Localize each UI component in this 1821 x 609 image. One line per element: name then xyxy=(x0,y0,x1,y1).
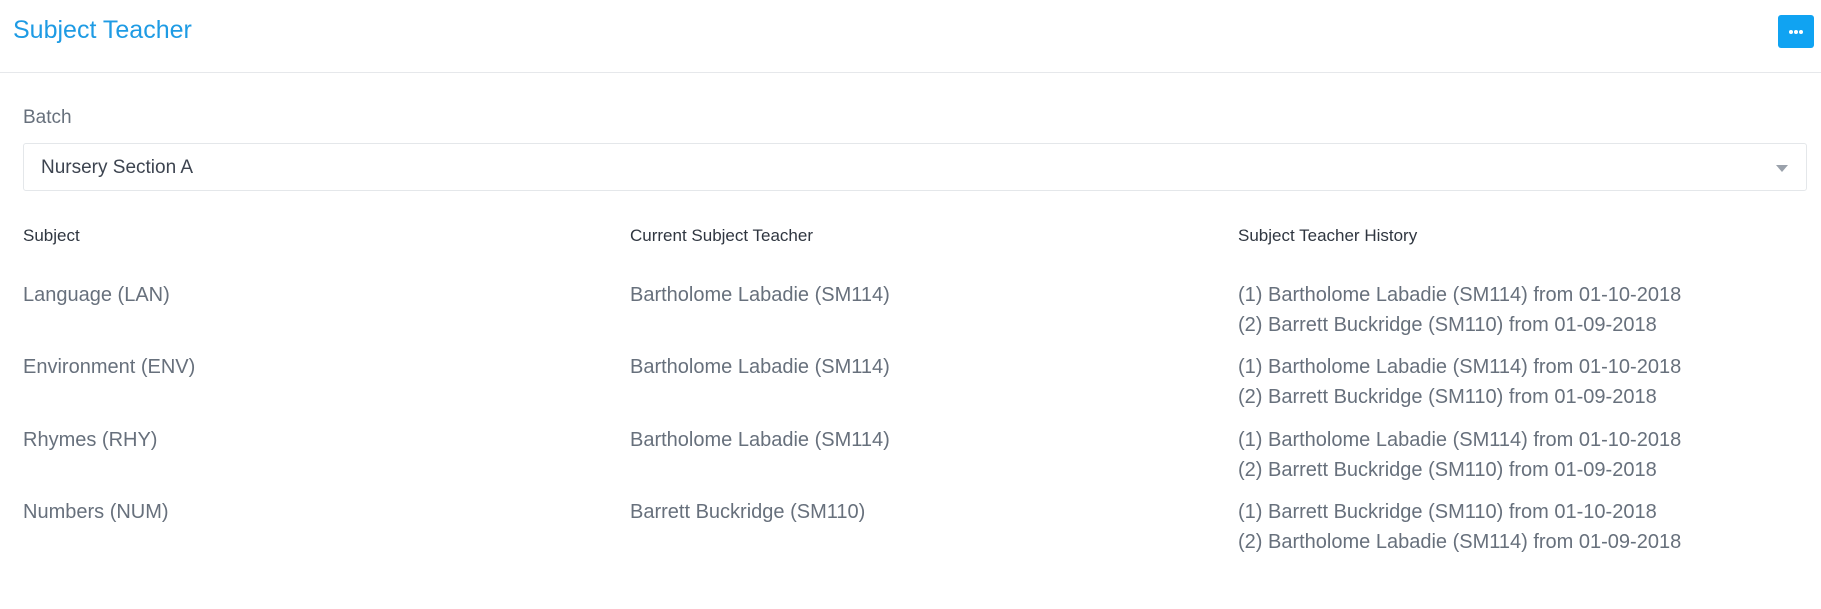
table-row: Rhymes (RHY) Bartholome Labadie (SM114) … xyxy=(0,425,1821,485)
batch-label: Batch xyxy=(23,107,72,128)
history-line: (2) Bartholome Labadie (SM114) from 01-0… xyxy=(1238,531,1682,553)
history-line: (1) Bartholome Labadie (SM114) from 01-1… xyxy=(1238,356,1682,378)
subject-cell: Language (LAN) xyxy=(23,284,170,306)
card-header: Subject Teacher xyxy=(0,0,1821,73)
teacher-history-cell: (1) Barrett Buckridge (SM110) from 01-10… xyxy=(1238,497,1681,557)
teacher-history-cell: (1) Bartholome Labadie (SM114) from 01-1… xyxy=(1238,425,1681,485)
column-header-teacher-history: Subject Teacher History xyxy=(1238,226,1418,245)
history-line: (1) Bartholome Labadie (SM114) from 01-1… xyxy=(1238,429,1682,451)
current-teacher-cell: Bartholome Labadie (SM114) xyxy=(630,356,890,378)
column-header-subject: Subject xyxy=(23,226,80,245)
table-row: Environment (ENV) Bartholome Labadie (SM… xyxy=(0,352,1821,412)
teacher-history-cell: (1) Bartholome Labadie (SM114) from 01-1… xyxy=(1238,352,1681,412)
current-teacher-cell: Bartholome Labadie (SM114) xyxy=(630,429,890,451)
history-line: (1) Barrett Buckridge (SM110) from 01-10… xyxy=(1238,501,1657,523)
subject-teacher-card: Subject Teacher Batch Nursery Section A … xyxy=(0,0,1821,609)
chevron-down-icon xyxy=(1776,165,1788,172)
page-title: Subject Teacher xyxy=(13,16,192,44)
ellipsis-icon xyxy=(1789,29,1803,34)
batch-select[interactable]: Nursery Section A xyxy=(23,143,1807,191)
batch-selected-value: Nursery Section A xyxy=(41,157,194,178)
history-line: (2) Barrett Buckridge (SM110) from 01-09… xyxy=(1238,386,1657,408)
current-teacher-cell: Bartholome Labadie (SM114) xyxy=(630,284,890,306)
column-header-current-teacher: Current Subject Teacher xyxy=(630,226,814,245)
subject-cell: Environment (ENV) xyxy=(23,356,196,378)
history-line: (2) Barrett Buckridge (SM110) from 01-09… xyxy=(1238,314,1657,336)
more-options-button[interactable] xyxy=(1778,15,1814,48)
subject-cell: Rhymes (RHY) xyxy=(23,429,158,451)
current-teacher-cell: Barrett Buckridge (SM110) xyxy=(630,501,866,523)
history-line: (1) Bartholome Labadie (SM114) from 01-1… xyxy=(1238,284,1682,306)
table-row: Language (LAN) Bartholome Labadie (SM114… xyxy=(0,280,1821,340)
history-line: (2) Barrett Buckridge (SM110) from 01-09… xyxy=(1238,459,1657,481)
subject-cell: Numbers (NUM) xyxy=(23,501,169,523)
table-row: Numbers (NUM) Barrett Buckridge (SM110) … xyxy=(0,497,1821,557)
teacher-history-cell: (1) Bartholome Labadie (SM114) from 01-1… xyxy=(1238,280,1681,340)
